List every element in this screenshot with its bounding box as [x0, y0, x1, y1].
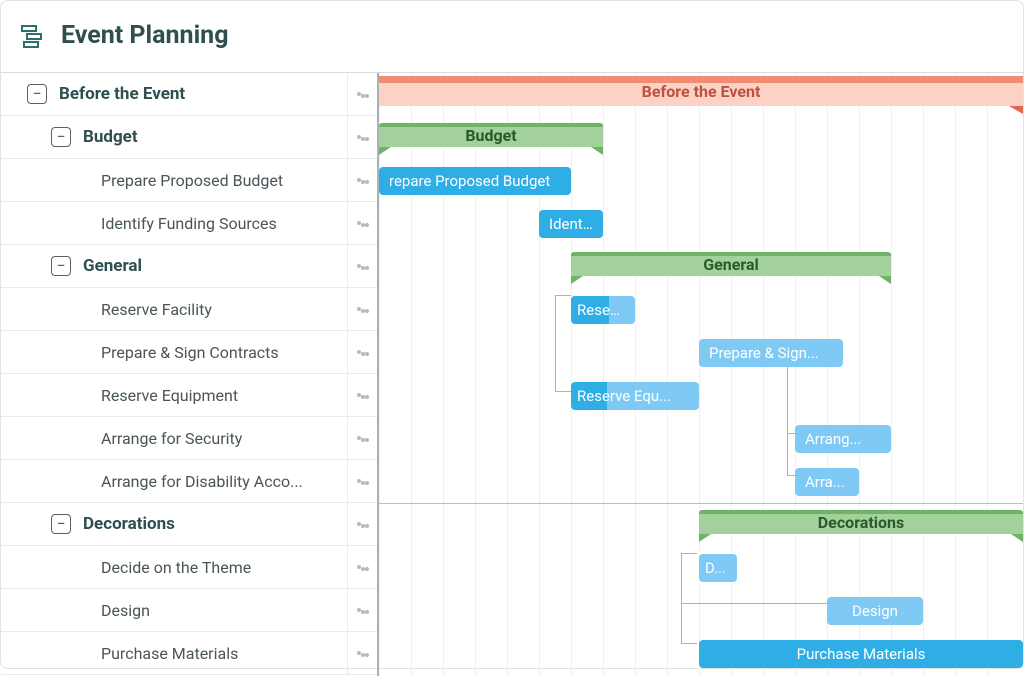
row-menu-button[interactable] — [347, 546, 377, 588]
row-menu-button[interactable] — [347, 159, 377, 201]
dependency-line — [681, 553, 682, 643]
bar-label: repare Proposed Budget — [389, 172, 550, 190]
collapse-toggle[interactable] — [51, 256, 71, 276]
task-label: Decide on the Theme — [101, 558, 347, 577]
task-label: General — [83, 256, 347, 276]
bar-label: Identif... — [549, 215, 593, 233]
task-label: Prepare Proposed Budget — [101, 171, 347, 190]
row-menu-button[interactable] — [347, 417, 377, 459]
page-header: Event Planning — [1, 1, 1023, 73]
gantt-task-bar[interactable]: Arra... — [795, 468, 859, 496]
row-menu-button[interactable] — [347, 288, 377, 330]
task-list: Before the Event Budget Prepare Proposed… — [1, 73, 379, 676]
task-label: Identify Funding Sources — [101, 214, 347, 233]
bar-label: Arrang... — [805, 430, 861, 448]
section-separator — [379, 503, 1023, 504]
list-item[interactable]: Design — [1, 589, 377, 632]
bar-label: Before the Event — [642, 82, 761, 101]
task-label: Arrange for Disability Acco... — [101, 472, 347, 491]
dependency-line — [681, 603, 827, 604]
list-item[interactable]: Decide on the Theme — [1, 546, 377, 589]
row-menu-button[interactable] — [347, 202, 377, 244]
list-item[interactable]: Identify Funding Sources — [1, 202, 377, 245]
row-menu-button[interactable] — [347, 116, 377, 158]
row-menu-button[interactable] — [347, 374, 377, 416]
list-item[interactable]: Arrange for Disability Acco... — [1, 460, 377, 503]
bar-label: Decorations — [818, 513, 904, 532]
gantt-summary-bar[interactable]: Decorations — [699, 510, 1023, 534]
gantt-task-bar[interactable]: Reserv... — [571, 296, 635, 324]
row-menu-button[interactable] — [347, 503, 377, 545]
list-item[interactable]: Before the Event — [1, 73, 377, 116]
list-item[interactable]: Reserve Equipment — [1, 374, 377, 417]
gantt-task-bar[interactable]: Arrang... — [795, 425, 891, 453]
task-label: Purchase Materials — [101, 644, 347, 663]
bar-label: General — [703, 255, 759, 274]
row-menu-button[interactable] — [347, 589, 377, 631]
bar-label: Design — [852, 602, 898, 620]
task-label: Reserve Facility — [101, 300, 347, 319]
gantt-body: Before the Event Budget Prepare Proposed… — [1, 73, 1023, 676]
gantt-task-bar[interactable]: repare Proposed Budget — [379, 167, 571, 195]
row-menu-button[interactable] — [347, 460, 377, 502]
gantt-task-bar[interactable]: D... — [699, 554, 737, 582]
gantt-task-bar[interactable]: Design — [827, 597, 923, 625]
bar-label: Reserve Equ... — [577, 387, 671, 405]
gantt-task-bar[interactable]: Prepare & Sign... — [699, 339, 843, 367]
collapse-toggle[interactable] — [27, 84, 47, 104]
page-title: Event Planning — [61, 21, 228, 50]
gantt-summary-bar[interactable]: General — [571, 252, 891, 276]
dependency-line — [555, 295, 556, 391]
row-menu-button[interactable] — [347, 245, 377, 287]
collapse-toggle[interactable] — [51, 514, 71, 534]
gantt-task-bar[interactable]: Purchase Materials — [699, 640, 1023, 668]
task-label: Design — [101, 601, 347, 620]
task-label: Decorations — [83, 514, 347, 534]
dependency-line — [787, 433, 795, 434]
list-item[interactable]: General — [1, 245, 377, 288]
list-item[interactable]: Prepare Proposed Budget — [1, 159, 377, 202]
task-label: Budget — [83, 127, 347, 147]
gantt-task-bar[interactable]: Reserve Equ... — [571, 382, 699, 410]
gantt-timeline[interactable]: Before the Event Budget repare Proposed … — [379, 73, 1023, 676]
dependency-line — [555, 295, 571, 296]
task-label: Prepare & Sign Contracts — [101, 343, 347, 362]
bar-label: D... — [705, 559, 726, 577]
row-menu-button[interactable] — [347, 331, 377, 373]
bar-label: Arra... — [805, 473, 845, 491]
dependency-line — [787, 367, 788, 475]
row-menu-button[interactable] — [347, 73, 377, 115]
list-item[interactable]: Reserve Facility — [1, 288, 377, 331]
bar-label: Prepare & Sign... — [709, 344, 819, 362]
task-label: Reserve Equipment — [101, 386, 347, 405]
dependency-line — [681, 643, 697, 644]
gantt-phase-bar[interactable]: Before the Event — [379, 76, 1023, 106]
bar-label: Purchase Materials — [797, 645, 926, 663]
list-item[interactable]: Decorations — [1, 503, 377, 546]
gantt-task-bar[interactable]: Identif... — [539, 210, 603, 238]
task-label: Before the Event — [59, 84, 347, 104]
bar-label: Reserv... — [577, 301, 625, 319]
bar-label: Budget — [465, 126, 516, 145]
dependency-line — [681, 553, 697, 554]
task-label: Arrange for Security — [101, 429, 347, 448]
list-item[interactable]: Prepare & Sign Contracts — [1, 331, 377, 374]
row-menu-button[interactable] — [347, 632, 377, 674]
dependency-line — [787, 475, 795, 476]
gantt-icon — [21, 24, 47, 48]
list-item[interactable]: Arrange for Security — [1, 417, 377, 460]
dependency-line — [555, 391, 571, 392]
collapse-toggle[interactable] — [51, 127, 71, 147]
gantt-summary-bar[interactable]: Budget — [379, 123, 603, 147]
list-item[interactable]: Budget — [1, 116, 377, 159]
timeline-grid — [379, 73, 1023, 676]
